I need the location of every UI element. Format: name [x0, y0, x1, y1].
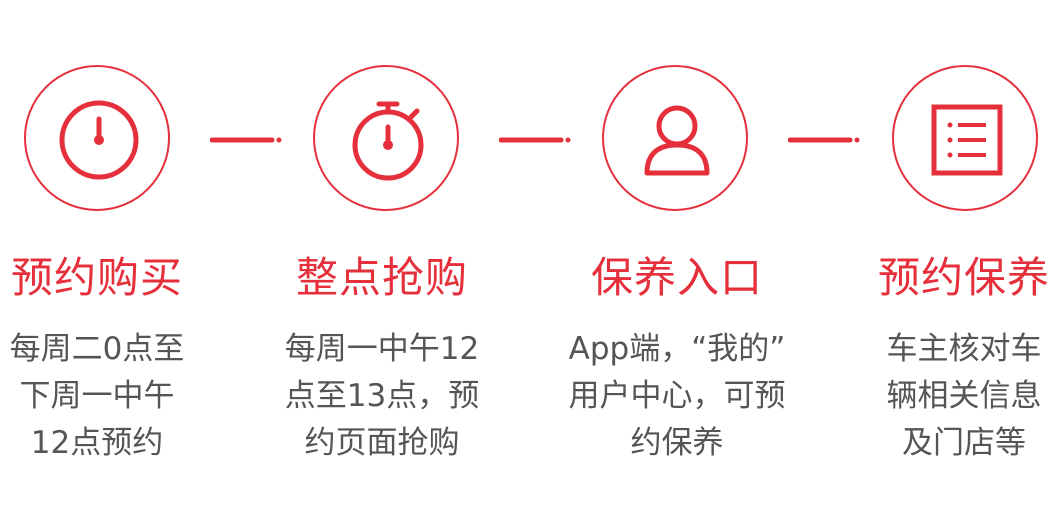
step-3-desc-line-2: 用户中心，可预	[568, 378, 786, 414]
connector-1	[210, 136, 282, 144]
user-icon	[644, 105, 710, 176]
step-4-title: 预约保养	[877, 253, 1050, 302]
step-1-desc-line-1: 每周二0点至	[9, 331, 185, 367]
step-1-desc-line-3: 12点预约	[30, 425, 164, 461]
step-2-title: 整点抢购	[295, 253, 468, 302]
step-1-desc-line-2: 下周一中午	[19, 378, 175, 414]
step-4-circle	[892, 65, 1038, 211]
step-2-circle	[313, 65, 459, 211]
connector-2	[499, 136, 571, 144]
step-2-desc-line-3: 约页面抢购	[304, 425, 460, 461]
step-4-desc: 车主核对车 辆相关信息 及门店等	[834, 326, 1062, 467]
step-3-circle	[602, 65, 748, 211]
step-2-desc: 每周一中午12 点至13点，预 约页面抢购	[252, 326, 512, 467]
step-2-desc-line-1: 每周一中午12	[284, 331, 480, 367]
step-1-circle	[24, 65, 170, 211]
list-icon	[931, 104, 1003, 176]
step-3-desc-line-1: App端，“我的”	[568, 331, 786, 367]
step-3-desc: App端，“我的” 用户中心，可预 约保养	[547, 326, 807, 467]
step-3-desc-line-3: 约保养	[630, 425, 724, 461]
step-1-desc: 每周二0点至 下周一中午 12点预约	[0, 326, 227, 467]
stopwatch-icon	[352, 101, 424, 181]
step-2-desc-line-2: 点至13点，预	[284, 378, 480, 414]
step-1-title: 预约购买	[10, 253, 183, 302]
step-3-title: 保养入口	[590, 253, 763, 302]
connector-3	[788, 136, 860, 144]
step-4-desc-line-3: 及门店等	[902, 425, 1026, 461]
step-4-desc-line-1: 车主核对车	[886, 331, 1042, 367]
step-4-desc-line-2: 辆相关信息	[886, 378, 1042, 414]
clock-icon	[59, 100, 139, 180]
